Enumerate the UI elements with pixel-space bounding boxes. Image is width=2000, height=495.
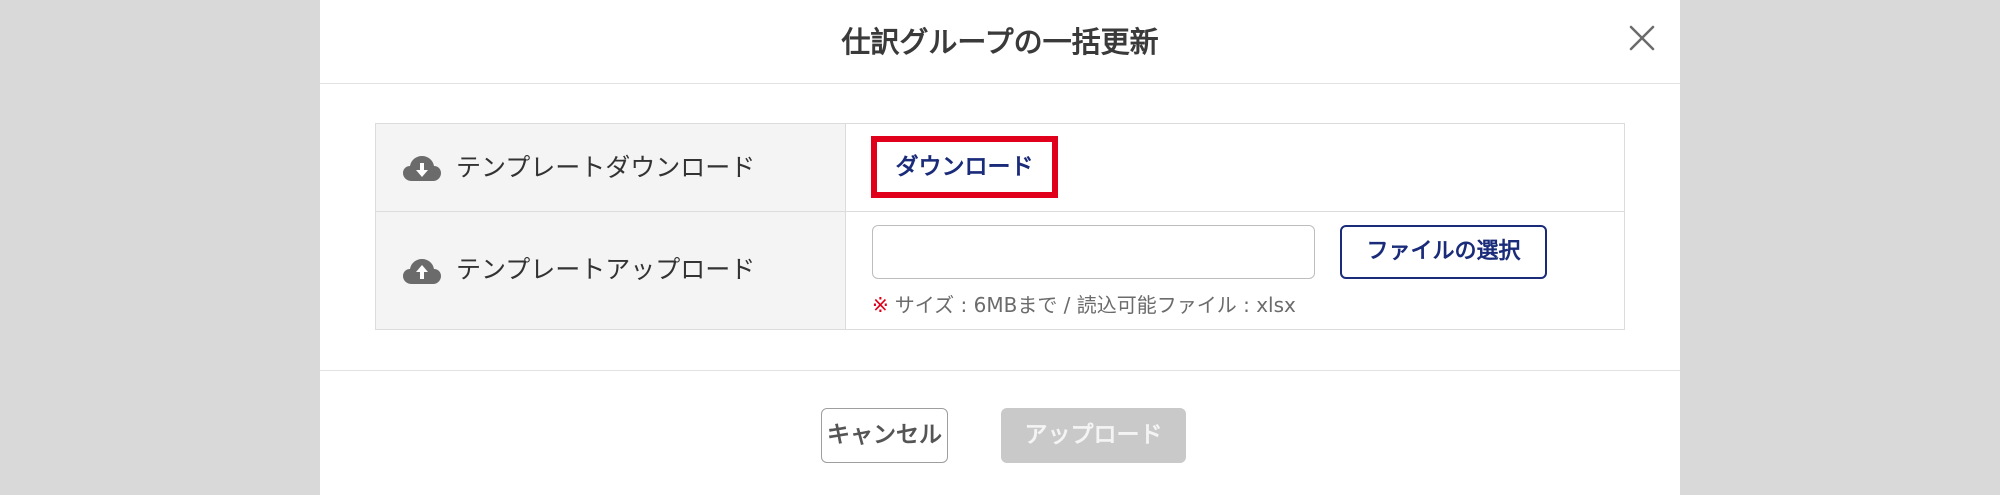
template-upload-row: テンプレートアップロード ファイルの選択 ※ サイズ : 6MBまで / 読込可能… (376, 212, 1624, 329)
cloud-download-icon (402, 154, 442, 182)
dialog-title: 仕訳グループの一括更新 (841, 25, 1159, 59)
download-button[interactable]: ダウンロード (871, 136, 1058, 198)
dialog-header: 仕訳グループの一括更新 (320, 0, 1680, 84)
template-download-value-cell: ダウンロード (846, 124, 1624, 211)
cancel-button[interactable]: キャンセル (821, 408, 948, 463)
note-mark: ※ (872, 293, 889, 317)
template-download-label: テンプレートダウンロード (456, 153, 756, 182)
template-form-table: テンプレートダウンロード ダウンロード テンプレートアップロード ファイルの選択 (375, 123, 1625, 330)
template-download-row: テンプレートダウンロード ダウンロード (376, 124, 1624, 212)
template-upload-label: テンプレートアップロード (456, 255, 756, 284)
template-upload-label-cell: テンプレートアップロード (376, 212, 846, 329)
footer-divider (320, 370, 1680, 371)
bulk-update-dialog: 仕訳グループの一括更新 テンプレートダウンロード ダウンロード テンプレートアッ… (320, 0, 1680, 495)
select-file-button[interactable]: ファイルの選択 (1340, 225, 1547, 279)
upload-button[interactable]: アップロード (1001, 408, 1186, 463)
template-upload-value-cell: ファイルの選択 ※ サイズ : 6MBまで / 読込可能ファイル : xlsx (846, 212, 1624, 329)
upload-note-text: サイズ : 6MBまで / 読込可能ファイル : xlsx (894, 293, 1296, 317)
template-download-label-cell: テンプレートダウンロード (376, 124, 846, 211)
cloud-upload-icon (402, 257, 442, 285)
upload-note: ※ サイズ : 6MBまで / 読込可能ファイル : xlsx (872, 291, 1296, 319)
file-name-field[interactable] (872, 225, 1315, 279)
close-icon[interactable] (1628, 24, 1656, 52)
